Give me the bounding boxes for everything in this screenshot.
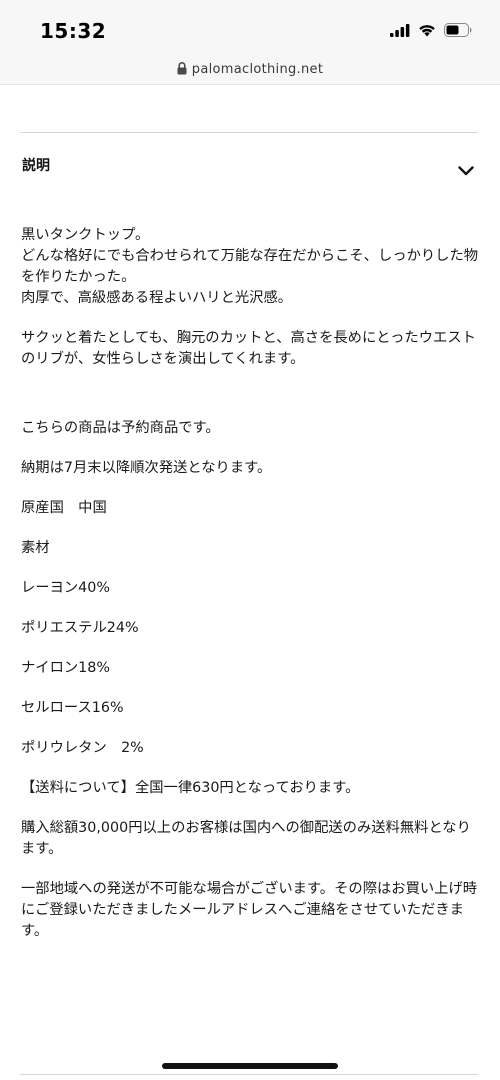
material-item: ポリエステル24% (21, 620, 139, 636)
material-item: ポリウレタン 2% (21, 740, 144, 756)
battery-icon (444, 23, 472, 37)
intro-line: 黒いタンクトップ。 (21, 227, 150, 243)
intro-line: どんな格好にでも合わせられて万能な存在だからこそ、しっかりした物を作りたかった。 (21, 248, 479, 285)
origin-text: 原産国 中国 (21, 500, 107, 516)
accordion-title: 説明 (22, 158, 50, 174)
intro-line: 肉厚で、高級感ある程よいハリと光沢感。 (21, 290, 293, 306)
status-icons (390, 23, 472, 37)
url-bar[interactable]: palomaclothing.net (0, 54, 500, 85)
material-label: 素材 (21, 540, 50, 556)
free-shipping-text: 購入総額30,000円以上のお客様は国内への御配送のみ送料無料となります。 (21, 820, 471, 857)
delivery-text: 納期は7月末以降順次発送となります。 (21, 460, 272, 476)
material-item: ナイロン18% (21, 660, 110, 676)
signal-icon (390, 23, 410, 37)
status-bar: 15:32 (0, 0, 500, 58)
lock-icon (177, 60, 187, 79)
material-item: セルロース16% (21, 700, 124, 716)
description-accordion-toggle[interactable]: 説明 (20, 133, 478, 199)
style-paragraph: サクッと着たとしても、胸元のカットと、高さを長めにとったウエストのリブが、女性ら… (21, 330, 476, 367)
product-description: 黒いタンクトップ。 どんな格好にでも合わせられて万能な存在だからこそ、しっかりし… (21, 225, 481, 961)
intro-paragraph: 黒いタンクトップ。 どんな格好にでも合わせられて万能な存在だからこそ、しっかりし… (21, 225, 481, 309)
status-time: 15:32 (40, 19, 107, 43)
shipping-text: 【送料について】全国一律630円となっております。 (21, 780, 360, 796)
material-item: レーヨン40% (21, 580, 110, 596)
url-domain: palomaclothing.net (191, 61, 324, 77)
divider (20, 1074, 478, 1075)
chevron-down-icon[interactable] (458, 161, 474, 180)
home-indicator (162, 1063, 338, 1069)
preorder-text: こちらの商品は予約商品です。 (21, 420, 220, 436)
wifi-icon (418, 24, 436, 37)
shipping-notice: 一部地域への発送が不可能な場合がございます。その際はお買い上げ時にご登録いただき… (21, 881, 478, 939)
